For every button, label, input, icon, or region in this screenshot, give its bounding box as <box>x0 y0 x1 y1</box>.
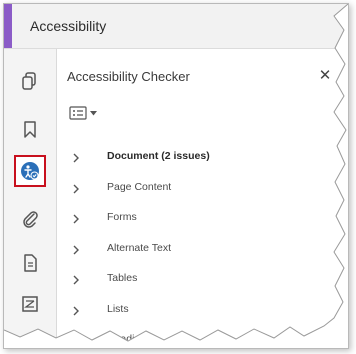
checker-row-label: Tables <box>107 272 138 284</box>
checker-row[interactable]: Headings <box>57 327 348 348</box>
checker-row[interactable]: Alternate Text <box>57 236 348 266</box>
checker-row-label: Lists <box>107 302 129 315</box>
accessibility-checker-panel: Accessibility Checker ✕ Document (2 issu… <box>57 49 348 348</box>
checker-row[interactable]: Forms <box>57 205 348 235</box>
checker-row[interactable]: Tables <box>57 266 348 296</box>
chevron-right-icon[interactable] <box>69 212 83 226</box>
checker-row-label: Document (2 issues) <box>107 150 210 162</box>
accent-bar <box>4 4 12 48</box>
accessibility-pane: Accessibility Accessibility Checker ✕ Do… <box>3 3 349 349</box>
chevron-down-icon <box>90 110 97 115</box>
left-tool-rail <box>4 49 57 348</box>
checker-row[interactable]: Document (2 issues) <box>57 144 348 174</box>
attachment-icon[interactable] <box>16 205 44 233</box>
close-button[interactable]: ✕ <box>315 65 335 85</box>
pane-title: Accessibility <box>30 18 107 34</box>
checker-row-label: Headings <box>107 333 152 345</box>
checker-row-label: Page Content <box>107 180 172 193</box>
checker-row[interactable]: Lists <box>57 297 348 327</box>
options-menu-button[interactable] <box>69 104 97 122</box>
accessibility-icon[interactable] <box>14 155 46 187</box>
checker-row[interactable]: Page Content <box>57 175 348 205</box>
close-icon: ✕ <box>318 67 332 84</box>
tags-icon[interactable] <box>16 290 44 318</box>
list-options-icon <box>69 106 87 120</box>
chevron-right-icon[interactable] <box>69 182 83 196</box>
chevron-right-icon[interactable] <box>69 151 83 165</box>
document-icon[interactable] <box>16 249 44 277</box>
chevron-right-icon[interactable] <box>69 304 83 318</box>
checker-row-label: Alternate Text <box>107 241 172 254</box>
pane-header: Accessibility <box>4 4 348 49</box>
chevron-right-icon[interactable] <box>69 273 83 287</box>
chevron-right-icon[interactable] <box>69 243 83 257</box>
panel-title: Accessibility Checker <box>67 69 190 84</box>
checker-row-label: Forms <box>107 211 137 223</box>
layers-icon[interactable] <box>16 331 44 348</box>
chevron-right-icon[interactable] <box>69 334 83 348</box>
pages-icon[interactable] <box>16 67 44 95</box>
bookmark-icon[interactable] <box>16 115 44 143</box>
